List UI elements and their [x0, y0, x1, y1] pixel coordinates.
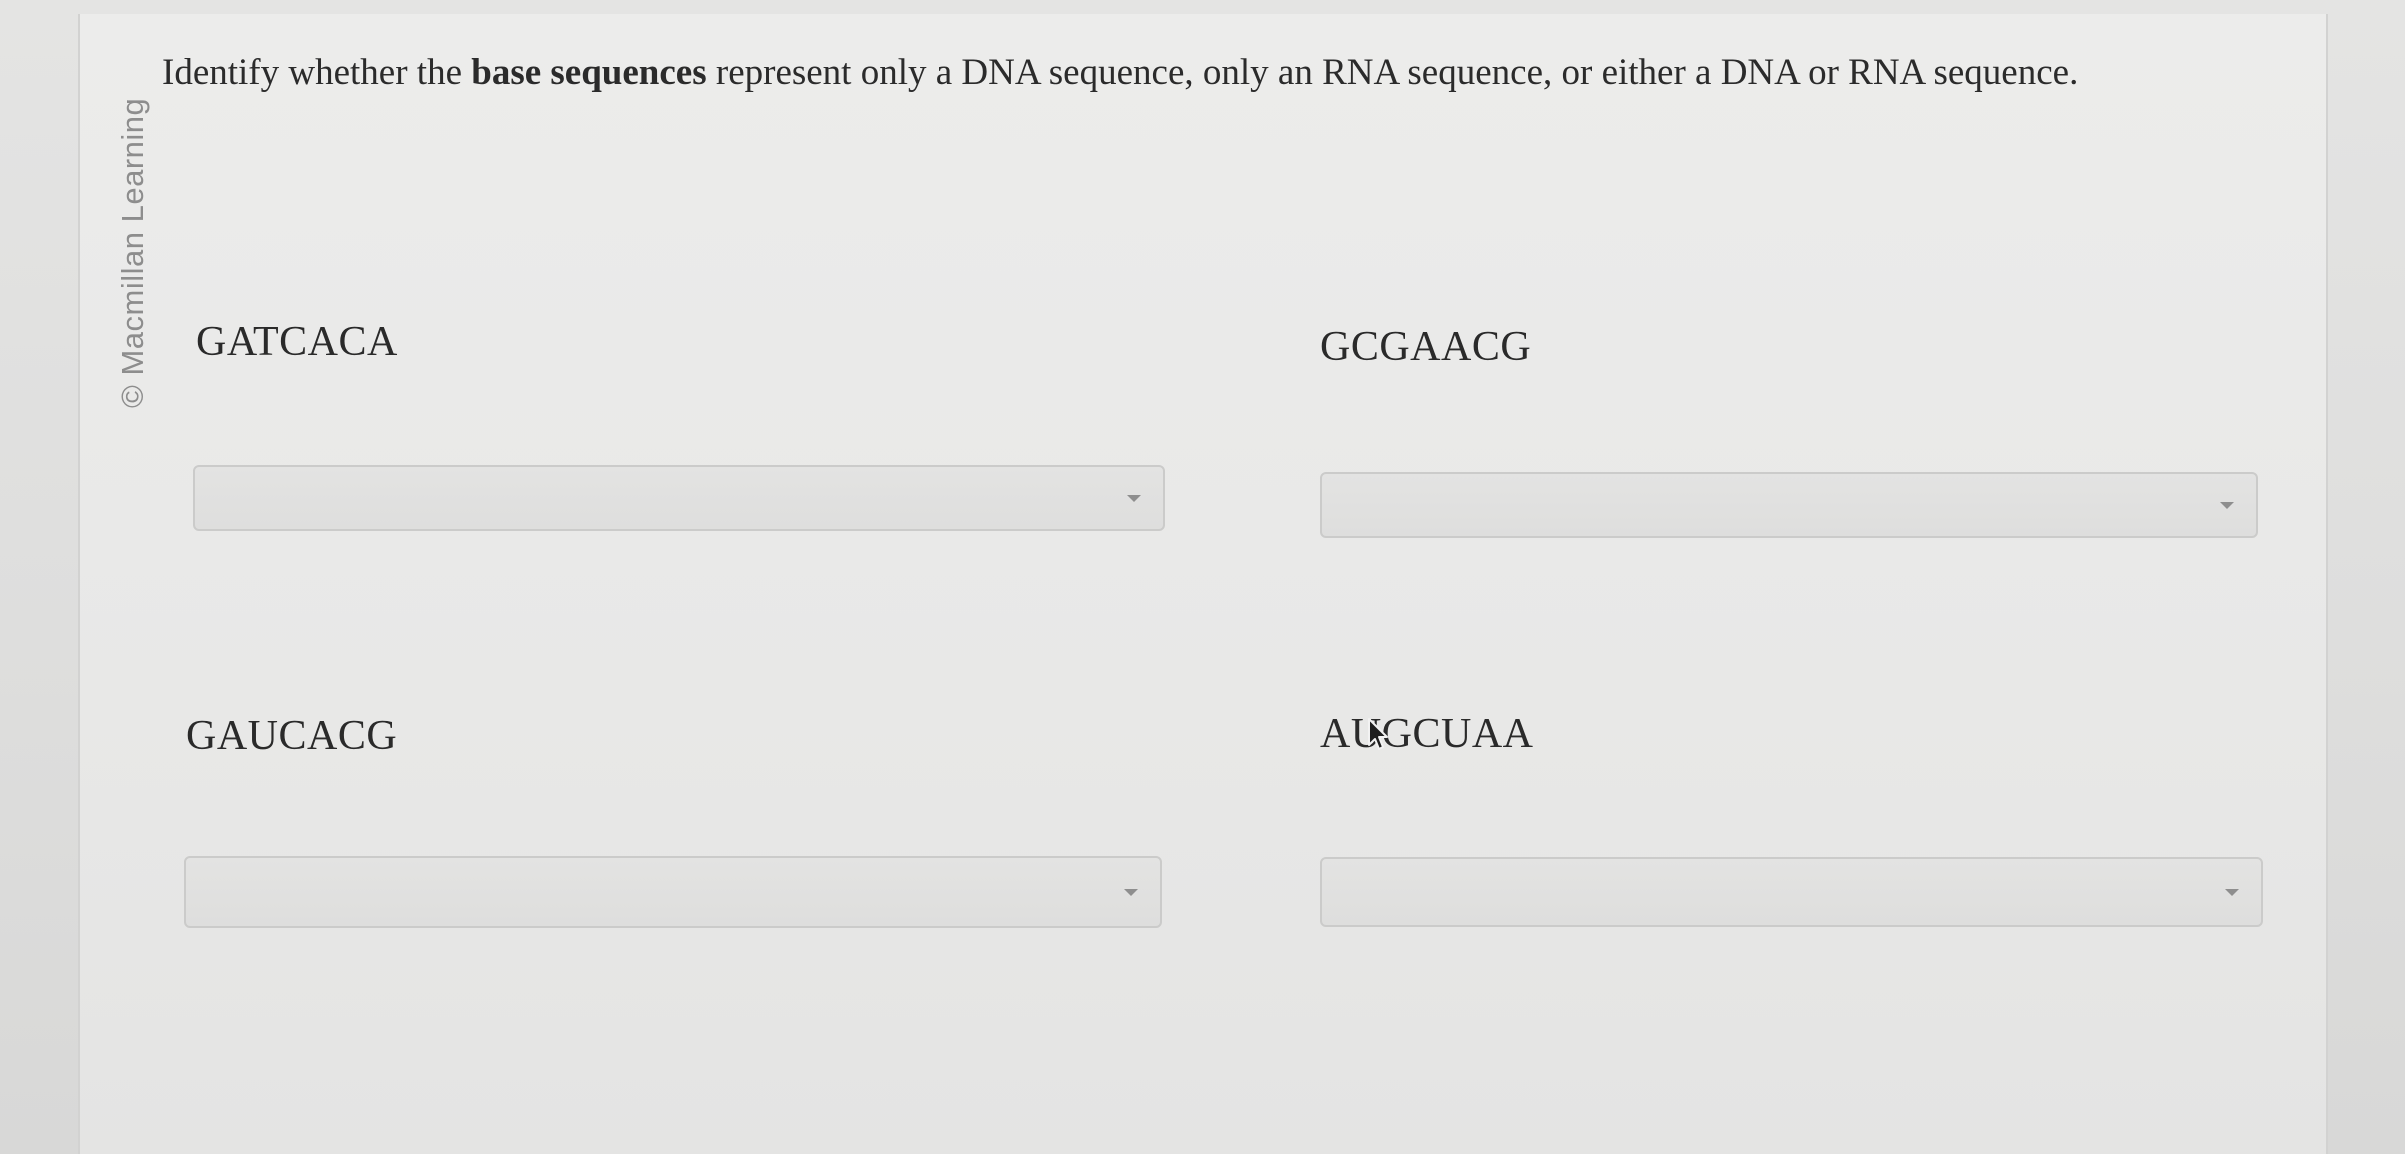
- screen-background: [0, 0, 2405, 1154]
- prompt-text-start: Identify whether the: [162, 52, 472, 93]
- chevron-down-icon: [1127, 495, 1141, 502]
- answer-dropdown-4[interactable]: [1320, 857, 2263, 927]
- question-prompt: Identify whether the base sequences repr…: [162, 44, 2112, 102]
- sequence-label-4: AUGCUAA: [1320, 711, 1534, 757]
- copyright-watermark: © Macmillan Learning: [115, 97, 150, 408]
- chevron-down-icon: [1124, 889, 1138, 896]
- sequence-label-2: GCGAACG: [1320, 324, 1532, 370]
- answer-dropdown-3[interactable]: [184, 856, 1162, 928]
- chevron-down-icon: [2225, 889, 2239, 896]
- mouse-pointer-icon: [1368, 718, 1388, 750]
- sequence-label-1: GATCACA: [196, 319, 398, 365]
- answer-dropdown-1[interactable]: [193, 465, 1165, 531]
- answer-dropdown-2[interactable]: [1320, 472, 2258, 538]
- prompt-text-end: represent only a DNA sequence, only an R…: [706, 52, 2079, 93]
- sequence-label-3: GAUCACG: [186, 713, 398, 759]
- prompt-text-bold: base sequences: [471, 52, 707, 93]
- chevron-down-icon: [2220, 502, 2234, 509]
- question-card: [78, 14, 2328, 1154]
